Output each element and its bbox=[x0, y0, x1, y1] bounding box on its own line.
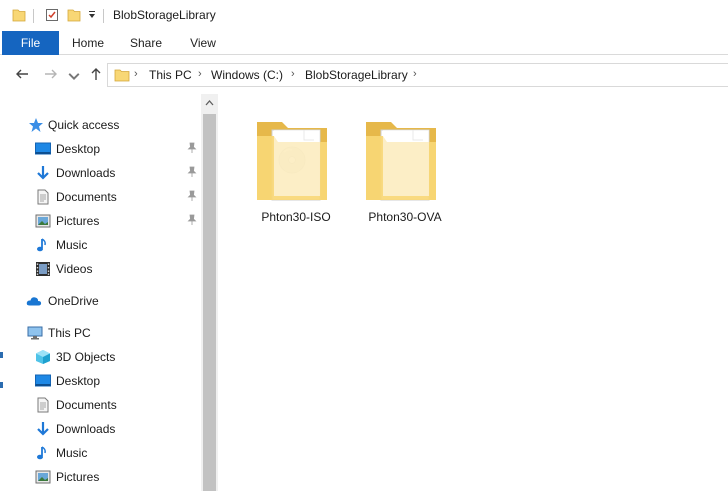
sidebar-item-label: 3D Objects bbox=[56, 350, 116, 364]
music-note-icon bbox=[37, 238, 46, 252]
sidebar-item-documents[interactable]: Documents bbox=[0, 394, 200, 416]
sidebar-item-pictures[interactable]: Pictures bbox=[0, 210, 200, 232]
sidebar-item-videos[interactable]: Videos bbox=[0, 258, 200, 280]
window-title: BlobStorageLibrary bbox=[113, 8, 216, 22]
sidebar-item-desktop[interactable]: Desktop bbox=[0, 370, 200, 392]
forward-arrow-icon[interactable] bbox=[43, 66, 59, 82]
sidebar-item-pictures[interactable]: Pictures bbox=[0, 466, 200, 488]
desktop-icon bbox=[35, 142, 51, 155]
breadcrumb-windows-c[interactable]: Windows (C:) bbox=[211, 68, 283, 82]
chevron-right-icon[interactable]: › bbox=[413, 68, 417, 80]
document-icon bbox=[37, 189, 49, 205]
sidebar-item-label: Documents bbox=[56, 398, 117, 412]
sidebar-item-label: Desktop bbox=[56, 374, 101, 388]
sidebar-item-music[interactable]: Music bbox=[0, 234, 200, 256]
sidebar-item-label: Music bbox=[56, 446, 88, 460]
up-arrow-icon[interactable] bbox=[88, 66, 104, 82]
new-folder-icon[interactable] bbox=[67, 8, 81, 22]
address-bar[interactable]: › This PC › Windows (C:) › BlobStorageLi… bbox=[107, 63, 728, 87]
sidebar-item-this-pc[interactable]: This PC bbox=[0, 322, 200, 344]
navigation-pane: Quick access Desktop Downloads Documents bbox=[0, 94, 218, 491]
scrollbar-thumb[interactable] bbox=[203, 114, 216, 491]
tab-share[interactable]: Share bbox=[122, 31, 170, 55]
folder-item-label: Phton30-ISO bbox=[261, 210, 331, 224]
customize-quick-access-chevron-icon[interactable] bbox=[88, 10, 96, 20]
folder-disc-icon bbox=[257, 122, 327, 201]
computer-icon bbox=[27, 326, 43, 340]
folder-item-phton30-ova[interactable]: Phton30-OVA bbox=[357, 102, 453, 224]
back-arrow-icon[interactable] bbox=[14, 66, 30, 82]
pictures-icon bbox=[35, 214, 51, 228]
scroll-up-arrow-icon[interactable] bbox=[201, 96, 218, 110]
cloud-icon bbox=[26, 297, 42, 306]
sidebar-item-downloads[interactable]: Downloads bbox=[0, 162, 200, 184]
folder-item-phton30-iso[interactable]: Phton30-ISO bbox=[248, 102, 344, 224]
title-separator bbox=[33, 9, 34, 23]
folder-item-label: Phton30-OVA bbox=[368, 210, 442, 224]
sidebar-item-label: Desktop bbox=[56, 142, 101, 156]
download-arrow-icon bbox=[37, 166, 49, 180]
sidebar-item-documents[interactable]: Documents bbox=[0, 186, 200, 208]
nav-pane-scrollbar[interactable] bbox=[201, 94, 218, 491]
sidebar-item-label: Downloads bbox=[56, 422, 116, 436]
sidebar-item-desktop[interactable]: Desktop bbox=[0, 138, 200, 160]
sidebar-item-label: Pictures bbox=[56, 470, 100, 484]
navigation-bar: › This PC › Windows (C:) › BlobStorageLi… bbox=[0, 55, 728, 94]
title-separator bbox=[103, 9, 104, 23]
ribbon-tabs: File Home Share View bbox=[0, 31, 728, 55]
breadcrumb-blobstoragelibrary[interactable]: BlobStorageLibrary bbox=[305, 68, 408, 82]
pin-icon[interactable] bbox=[186, 166, 198, 178]
sidebar-item-downloads[interactable]: Downloads bbox=[0, 418, 200, 440]
recent-locations-chevron-icon[interactable] bbox=[66, 69, 82, 85]
sidebar-item-label: OneDrive bbox=[48, 294, 99, 308]
sidebar-item-label: Music bbox=[56, 238, 88, 252]
pictures-icon bbox=[35, 470, 51, 484]
chevron-right-icon[interactable]: › bbox=[291, 68, 295, 80]
sidebar-item-music[interactable]: Music bbox=[0, 442, 200, 464]
sidebar-item-label: Downloads bbox=[56, 166, 116, 180]
sidebar-item-label: Videos bbox=[56, 262, 93, 276]
pin-icon[interactable] bbox=[186, 142, 198, 154]
breadcrumb-this-pc[interactable]: This PC bbox=[149, 68, 192, 82]
desktop-icon bbox=[35, 374, 51, 387]
sidebar-item-label: This PC bbox=[48, 326, 91, 340]
sidebar-item-quick-access[interactable]: Quick access bbox=[0, 114, 200, 136]
film-icon bbox=[36, 262, 50, 276]
title-bar: BlobStorageLibrary bbox=[0, 0, 728, 31]
sidebar-item-label: Quick access bbox=[48, 118, 120, 132]
sidebar-item-3d-objects[interactable]: 3D Objects bbox=[0, 346, 200, 368]
document-icon bbox=[37, 397, 49, 413]
folder-document-icon bbox=[366, 122, 436, 201]
sidebar-item-onedrive[interactable]: OneDrive bbox=[0, 290, 200, 312]
sidebar-item-label: Documents bbox=[56, 190, 117, 204]
folder-icon bbox=[114, 69, 130, 82]
folder-icon[interactable] bbox=[12, 8, 26, 22]
tab-home[interactable]: Home bbox=[64, 31, 112, 55]
chevron-right-icon[interactable]: › bbox=[134, 68, 138, 80]
cube-3d-icon bbox=[36, 350, 50, 364]
star-icon bbox=[29, 118, 43, 132]
pin-icon[interactable] bbox=[186, 214, 198, 226]
properties-icon[interactable] bbox=[45, 8, 59, 22]
tab-view[interactable]: View bbox=[180, 31, 226, 55]
sidebar-item-label: Pictures bbox=[56, 214, 100, 228]
chevron-right-icon[interactable]: › bbox=[198, 68, 202, 80]
music-note-icon bbox=[37, 446, 46, 460]
file-list: Phton30-ISO Phton30-OVA bbox=[218, 94, 728, 491]
tab-file[interactable]: File bbox=[2, 31, 59, 55]
pin-icon[interactable] bbox=[186, 190, 198, 202]
download-arrow-icon bbox=[37, 422, 49, 436]
